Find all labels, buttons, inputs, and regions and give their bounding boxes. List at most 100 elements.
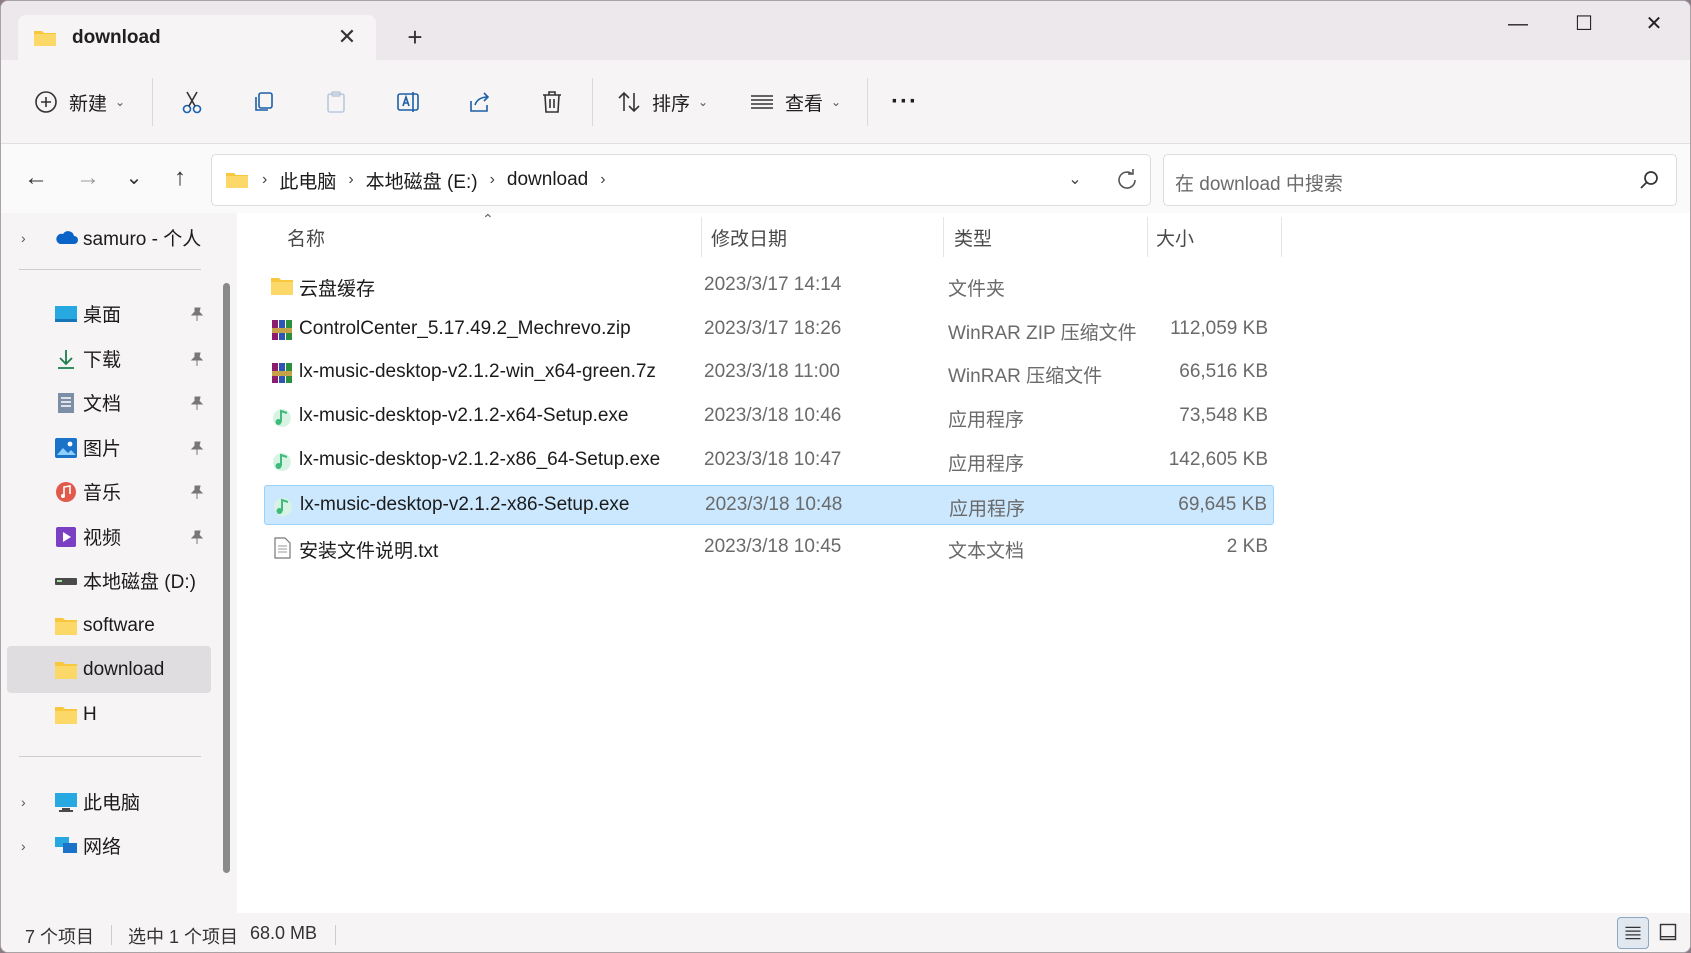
sidebar-item-desktop[interactable]: 桌面 [7,290,211,337]
file-date: 2023/3/18 10:48 [705,493,843,515]
file-size: 142,605 KB [1168,448,1268,470]
rename-button[interactable] [395,60,421,144]
close-window-button[interactable]: ✕ [1631,9,1677,39]
status-bar: 7 个项目 选中 1 个项目 68.0 MB [1,913,1690,952]
tiles-view-button[interactable] [1653,917,1685,949]
sidebar-item-onedrive[interactable]: › samuro - 个人 [7,214,211,261]
copy-button[interactable] [251,60,277,144]
divider [19,269,201,270]
search-icon[interactable] [1638,169,1660,191]
chevron-down-icon: ⌄ [115,95,126,109]
cut-button[interactable] [179,60,205,144]
sidebar-item-downloads[interactable]: 下载 [7,335,211,382]
scrollbar-thumb[interactable] [223,283,230,873]
breadcrumb-download[interactable]: download [507,169,588,191]
sidebar-item-network[interactable]: › 网络 [7,822,211,869]
file-row[interactable]: lx-music-desktop-v2.1.2-x86_64-Setup.exe… [264,441,1274,481]
view-button[interactable]: 查看 ⌄ [749,60,841,144]
pin-icon[interactable] [189,395,205,411]
divider [19,756,201,757]
sidebar-item-pictures[interactable]: 图片 [7,424,211,471]
sidebar-item-this-pc[interactable]: › 此电脑 [7,778,211,825]
column-divider[interactable] [943,217,944,257]
download-icon [54,348,78,370]
copy-icon [251,89,277,115]
file-name: lx-music-desktop-v2.1.2-x86_64-Setup.exe [299,448,661,470]
file-size: 112,059 KB [1170,317,1268,339]
sidebar-item-h[interactable]: H [7,691,211,738]
plus-circle-icon [33,89,59,115]
pin-icon[interactable] [189,440,205,456]
column-divider[interactable] [1147,217,1148,257]
scissors-icon [179,89,205,115]
drive-icon [54,570,78,592]
file-row[interactable]: 云盘缓存 2023/3/17 14:14 文件夹 [264,266,1274,306]
sort-button[interactable]: 排序 ⌄ [616,60,708,144]
tab-download[interactable]: download ✕ [18,15,376,60]
breadcrumb-separator: › [262,171,268,188]
sidebar-item-label: samuro - 个人 [83,229,202,250]
breadcrumb-this-pc[interactable]: 此电脑 [279,167,336,194]
search-input[interactable]: 在 download 中搜索 [1163,154,1677,206]
column-header-size[interactable]: 大小 [1156,213,1194,261]
chevron-right-icon[interactable]: › [21,794,26,810]
text-file-icon [270,536,294,560]
pin-icon[interactable] [189,484,205,500]
file-size: 66,516 KB [1179,361,1268,383]
pin-icon[interactable] [189,351,205,367]
column-header-name[interactable]: 名称 [287,213,325,261]
divider [111,925,112,945]
back-button[interactable]: ← [19,161,53,195]
file-row[interactable]: 安装文件说明.txt 2023/3/18 10:45 文本文档 2 KB [264,528,1274,568]
tab-title: download [72,26,161,48]
details-view-button[interactable] [1617,917,1649,949]
sidebar-item-software[interactable]: software [7,602,211,649]
sidebar-item-drive-d[interactable]: 本地磁盘 (D:) [7,557,211,604]
new-tab-button[interactable]: + [401,23,429,51]
sidebar-item-label: software [83,614,155,636]
computer-icon [54,791,78,813]
navigation-pane: › samuro - 个人 桌面 下载 文档 图片 音乐 视频 本地磁盘 (D:… [1,213,219,913]
address-bar[interactable]: › 此电脑 › 本地磁盘 (E:) › download › ⌄ [211,154,1151,206]
breadcrumb-separator[interactable]: › [600,171,605,189]
chevron-right-icon[interactable]: › [21,230,26,246]
column-header-type[interactable]: 类型 [954,213,992,261]
trash-icon [539,89,565,115]
sidebar-item-videos[interactable]: 视频 [7,513,211,560]
folder-icon [54,659,78,681]
maximize-button[interactable]: ☐ [1561,9,1607,39]
up-button[interactable]: ↑ [163,161,197,195]
file-row[interactable]: lx-music-desktop-v2.1.2-x64-Setup.exe 20… [264,397,1274,437]
recent-locations-button[interactable]: ⌄ [117,161,151,195]
sidebar-item-documents[interactable]: 文档 [7,379,211,426]
breadcrumb-separator[interactable]: › [348,171,353,189]
new-button[interactable]: 新建 ⌄ [33,60,125,144]
forward-button[interactable]: → [71,161,105,195]
file-row[interactable]: ControlCenter_5.17.49.2_Mechrevo.zip 202… [264,310,1274,350]
sidebar-item-music[interactable]: 音乐 [7,468,211,515]
divider [335,925,336,945]
column-divider[interactable] [701,217,702,257]
column-header-date[interactable]: 修改日期 [711,213,787,261]
file-row-selected[interactable]: lx-music-desktop-v2.1.2-x86-Setup.exe 20… [264,484,1274,525]
pin-icon[interactable] [189,306,205,322]
file-date: 2023/3/18 10:46 [704,405,842,427]
refresh-icon[interactable] [1112,165,1142,195]
breadcrumb: › 此电脑 › 本地磁盘 (E:) › download › [224,155,612,205]
close-tab-icon[interactable]: ✕ [334,24,360,50]
chevron-right-icon[interactable]: › [21,838,26,854]
sidebar-scrollbar[interactable] [219,213,237,913]
column-divider[interactable] [1281,217,1282,257]
breadcrumb-drive-e[interactable]: 本地磁盘 (E:) [366,167,478,194]
sidebar-item-label: 音乐 [83,483,122,504]
file-row[interactable]: lx-music-desktop-v2.1.2-win_x64-green.7z… [264,353,1274,393]
minimize-button[interactable]: — [1495,9,1541,39]
breadcrumb-separator[interactable]: › [490,171,495,189]
address-history-icon[interactable]: ⌄ [1062,167,1088,193]
delete-button[interactable] [539,60,565,144]
share-button[interactable] [467,60,493,144]
pin-icon[interactable] [189,529,205,545]
more-options-button[interactable]: ··· [891,60,918,144]
paste-button[interactable] [323,60,349,144]
sidebar-item-download[interactable]: download [7,646,211,693]
